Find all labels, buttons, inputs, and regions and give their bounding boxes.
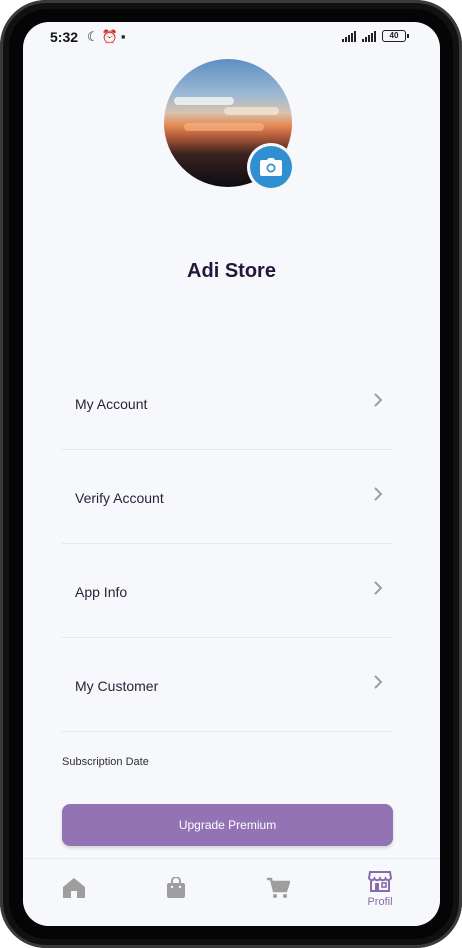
chevron-right-icon bbox=[374, 581, 383, 595]
alarm-icon: ⏰ bbox=[101, 29, 121, 44]
menu-item-label: App Info bbox=[75, 584, 128, 600]
signal-icon bbox=[342, 30, 356, 42]
menu-item-my-customer[interactable]: My Customer bbox=[62, 638, 393, 732]
menu-item-my-account[interactable]: My Account bbox=[62, 356, 393, 450]
status-indicator-icons: ☾⏰▪ bbox=[87, 29, 128, 45]
signal-icon-2 bbox=[362, 30, 376, 42]
change-photo-button[interactable] bbox=[250, 146, 292, 188]
shopping-bag-icon bbox=[167, 877, 185, 898]
bottom-nav: Profil bbox=[23, 858, 440, 926]
cart-icon bbox=[267, 877, 290, 898]
avatar-cloud bbox=[184, 123, 264, 131]
chevron-right-icon bbox=[374, 675, 383, 689]
nav-products[interactable] bbox=[146, 859, 206, 926]
home-icon bbox=[63, 878, 85, 898]
nav-profile[interactable]: Profil bbox=[350, 859, 410, 926]
menu-item-label: Verify Account bbox=[75, 490, 164, 506]
menu-list: My Account Verify Account App Info My Cu… bbox=[62, 356, 393, 732]
avatar-cloud bbox=[224, 107, 279, 115]
app-grid-icon: ▪ bbox=[120, 29, 129, 44]
moon-icon: ☾ bbox=[87, 29, 102, 44]
nav-home[interactable] bbox=[44, 859, 104, 926]
profile-avatar-container bbox=[164, 59, 292, 188]
battery-icon: 40 bbox=[382, 30, 409, 42]
avatar-cloud bbox=[174, 97, 234, 105]
store-icon bbox=[368, 871, 392, 892]
status-right: 40 bbox=[342, 30, 409, 42]
menu-item-label: My Customer bbox=[75, 678, 159, 694]
chevron-right-icon bbox=[374, 393, 383, 407]
menu-item-verify-account[interactable]: Verify Account bbox=[62, 450, 393, 544]
nav-cart[interactable] bbox=[248, 859, 308, 926]
upgrade-premium-button[interactable]: Upgrade Premium bbox=[62, 804, 393, 846]
nav-profile-label: Profil bbox=[367, 896, 393, 908]
screen: 5:32 ☾⏰▪ 40 Adi Store My Account Verify … bbox=[23, 22, 440, 926]
menu-item-app-info[interactable]: App Info bbox=[62, 544, 393, 638]
camera-icon bbox=[260, 158, 282, 176]
status-time: 5:32 bbox=[50, 29, 79, 45]
menu-item-label: My Account bbox=[75, 396, 148, 412]
store-name: Adi Store bbox=[187, 260, 276, 282]
status-bar: 5:32 ☾⏰▪ 40 bbox=[23, 22, 440, 52]
chevron-right-icon bbox=[374, 487, 383, 501]
subscription-date-label: Subscription Date bbox=[62, 756, 149, 768]
